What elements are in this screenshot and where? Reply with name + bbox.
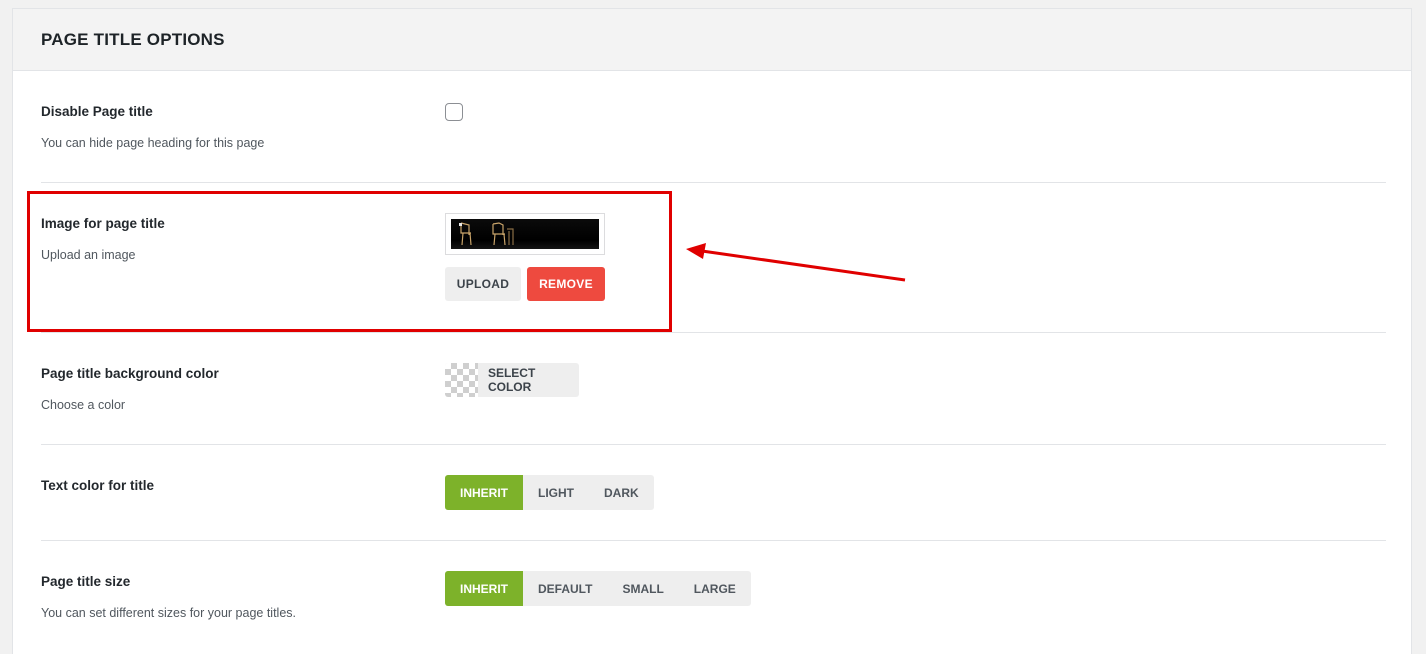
text-color-option-inherit[interactable]: INHERIT: [445, 475, 523, 510]
title-size-desc: You can set different sizes for your pag…: [41, 606, 297, 620]
transparent-swatch-icon: [445, 363, 478, 397]
title-size-segmented: INHERIT DEFAULT SMALL LARGE: [445, 571, 751, 606]
title-size-option-default[interactable]: DEFAULT: [523, 571, 607, 606]
title-size-label: Page title size: [41, 574, 131, 589]
row-page-title-size: Page title size You can set different si…: [41, 541, 1386, 653]
bg-color-desc: Choose a color: [41, 398, 126, 412]
select-color-button[interactable]: SELECT COLOR: [445, 363, 579, 397]
row-disable-page-title: Disable Page title You can hide page hea…: [41, 71, 1386, 183]
image-title-label: Image for page title: [41, 216, 165, 231]
title-size-option-inherit[interactable]: INHERIT: [445, 571, 523, 606]
upload-button[interactable]: UPLOAD: [445, 267, 521, 301]
text-color-segmented: INHERIT LIGHT DARK: [445, 475, 654, 510]
row-text-color-for-title: Text color for title INHERIT LIGHT DARK: [41, 445, 1386, 541]
text-color-option-dark[interactable]: DARK: [589, 475, 654, 510]
page-title-options-panel: PAGE TITLE OPTIONS Disable Page title Yo…: [12, 8, 1412, 654]
disable-title-desc: You can hide page heading for this page: [41, 136, 265, 150]
bg-color-label: Page title background color: [41, 366, 219, 381]
disable-title-checkbox[interactable]: [445, 103, 463, 121]
disable-title-label: Disable Page title: [41, 104, 153, 119]
remove-button[interactable]: REMOVE: [527, 267, 605, 301]
row-page-title-bg-color: Page title background color Choose a col…: [41, 333, 1386, 445]
image-title-desc: Upload an image: [41, 248, 136, 262]
title-size-option-large[interactable]: LARGE: [679, 571, 751, 606]
annotation-arrow-icon: [686, 243, 906, 282]
panel-title: PAGE TITLE OPTIONS: [41, 29, 225, 49]
select-color-label: SELECT COLOR: [487, 366, 536, 394]
panel-header: PAGE TITLE OPTIONS: [13, 9, 1411, 71]
title-size-option-small[interactable]: SMALL: [607, 571, 678, 606]
image-preview: [445, 213, 605, 255]
text-color-option-light[interactable]: LIGHT: [523, 475, 589, 510]
chair-image-thumbnail: [451, 219, 599, 249]
text-color-label: Text color for title: [41, 478, 155, 493]
